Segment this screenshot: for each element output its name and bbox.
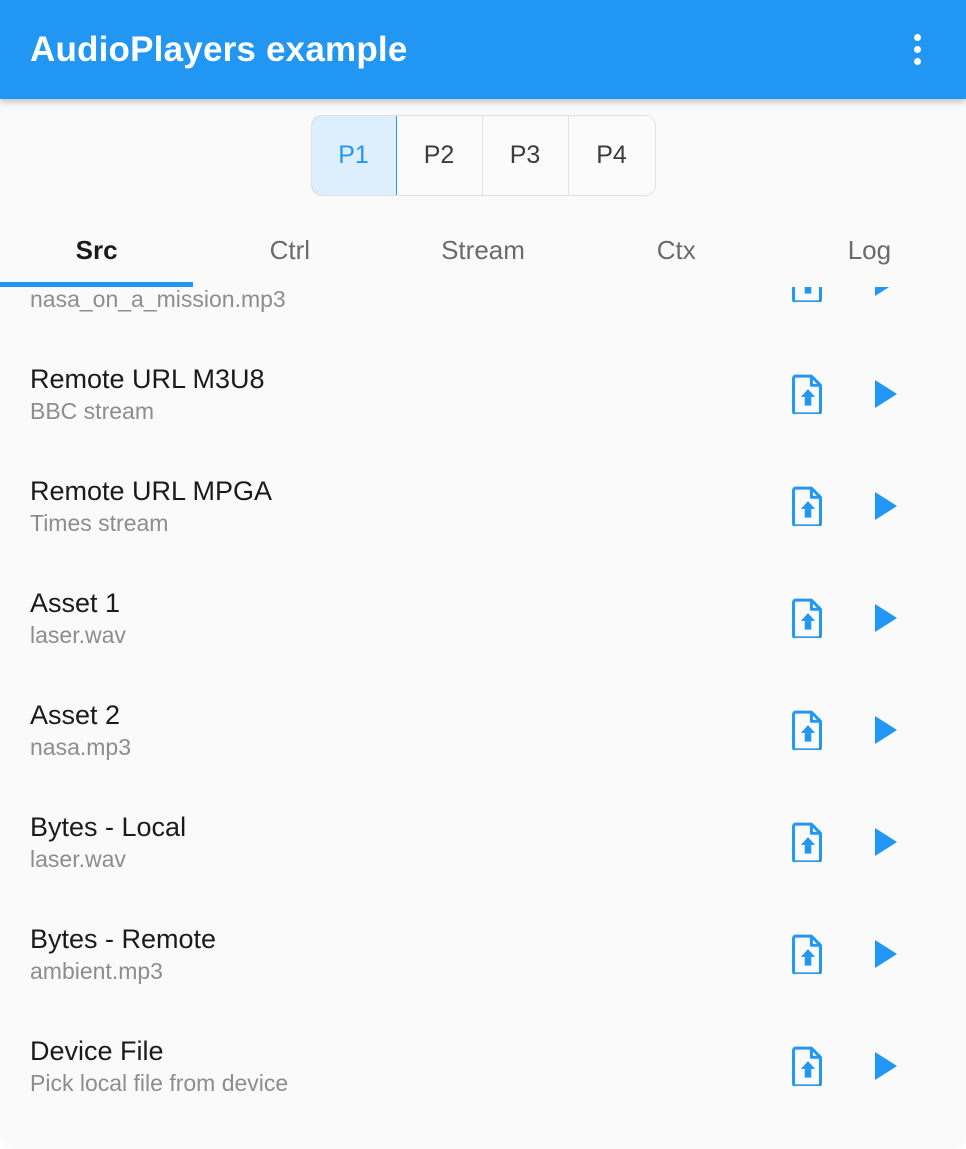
row-subtitle: laser.wav	[30, 623, 788, 649]
play-icon[interactable]	[866, 486, 906, 526]
file-upload-icon[interactable]	[788, 934, 828, 974]
row-title: Asset 1	[30, 588, 788, 618]
row-subtitle: nasa_on_a_mission.mp3	[30, 287, 788, 312]
file-upload-icon[interactable]	[788, 486, 828, 526]
row-actions	[788, 822, 936, 862]
row-actions	[788, 1046, 936, 1086]
table-row[interactable]: Bytes - Local laser.wav	[0, 786, 966, 898]
row-text: Bytes - Local laser.wav	[30, 812, 788, 873]
file-upload-icon[interactable]	[788, 1046, 828, 1086]
file-upload-icon[interactable]	[788, 598, 828, 638]
segment-p1[interactable]: P1	[311, 115, 397, 196]
tab-bar: Src Ctrl Stream Ctx Log	[0, 213, 966, 287]
row-text: Asset 1 laser.wav	[30, 588, 788, 649]
row-text: Remote URL MPGA Times stream	[30, 476, 788, 537]
row-subtitle: Times stream	[30, 511, 788, 537]
play-icon[interactable]	[866, 934, 906, 974]
table-row[interactable]: Device File Pick local file from device	[0, 1010, 966, 1122]
row-actions	[788, 934, 936, 974]
tab-log[interactable]: Log	[773, 213, 966, 287]
row-text: Remote URL M3U8 BBC stream	[30, 364, 788, 425]
play-icon[interactable]	[866, 822, 906, 862]
table-row[interactable]: Remote URL MPGA Times stream	[0, 450, 966, 562]
more-vert-dot	[914, 58, 921, 65]
play-icon[interactable]	[866, 287, 906, 302]
segmented-control: P1 P2 P3 P4	[311, 115, 656, 196]
play-icon[interactable]	[866, 1046, 906, 1086]
row-title: Asset 2	[30, 700, 788, 730]
play-icon[interactable]	[866, 374, 906, 414]
player-selector: P1 P2 P3 P4	[0, 99, 966, 196]
row-title: Device File	[30, 1036, 788, 1066]
row-actions	[788, 710, 936, 750]
source-list[interactable]: Remote URL MP3 nasa_on_a_mission.mp3 Rem…	[0, 287, 966, 1143]
play-icon[interactable]	[866, 598, 906, 638]
row-title: Remote URL MPGA	[30, 476, 788, 506]
tab-indicator	[0, 282, 193, 287]
file-upload-icon[interactable]	[788, 822, 828, 862]
row-text: Device File Pick local file from device	[30, 1036, 788, 1097]
row-actions	[788, 486, 936, 526]
file-upload-icon[interactable]	[788, 287, 828, 302]
more-vert-dot	[914, 46, 921, 53]
source-list-inner: Remote URL MP3 nasa_on_a_mission.mp3 Rem…	[0, 287, 966, 1122]
file-upload-icon[interactable]	[788, 710, 828, 750]
row-actions	[788, 374, 936, 414]
segment-p3[interactable]: P3	[483, 116, 569, 195]
row-subtitle: Pick local file from device	[30, 1071, 788, 1097]
row-title: Remote URL M3U8	[30, 364, 788, 394]
row-actions	[788, 598, 936, 638]
play-icon[interactable]	[866, 710, 906, 750]
table-row[interactable]: Asset 1 laser.wav	[0, 562, 966, 674]
table-row[interactable]: Asset 2 nasa.mp3	[0, 674, 966, 786]
tab-ctrl[interactable]: Ctrl	[193, 213, 386, 287]
row-text: Asset 2 nasa.mp3	[30, 700, 788, 761]
table-row[interactable]: Remote URL M3U8 BBC stream	[0, 338, 966, 450]
tab-stream[interactable]: Stream	[386, 213, 579, 287]
row-subtitle: ambient.mp3	[30, 959, 788, 985]
row-text: Bytes - Remote ambient.mp3	[30, 924, 788, 985]
app-window: AudioPlayers example P1 P2 P3 P4 Src Ctr…	[0, 0, 966, 1149]
table-row[interactable]: Bytes - Remote ambient.mp3	[0, 898, 966, 1010]
row-actions	[788, 287, 936, 302]
tab-ctx[interactable]: Ctx	[580, 213, 773, 287]
page-title: AudioPlayers example	[30, 32, 408, 67]
segment-p4[interactable]: P4	[569, 116, 655, 195]
more-vert-dot	[914, 34, 921, 41]
row-title: Bytes - Local	[30, 812, 788, 842]
row-subtitle: nasa.mp3	[30, 735, 788, 761]
row-subtitle: BBC stream	[30, 399, 788, 425]
app-bar: AudioPlayers example	[0, 0, 966, 99]
table-row[interactable]: Remote URL MP3 nasa_on_a_mission.mp3	[0, 287, 966, 338]
row-title: Bytes - Remote	[30, 924, 788, 954]
row-text: Remote URL MP3 nasa_on_a_mission.mp3	[30, 287, 788, 312]
row-subtitle: laser.wav	[30, 847, 788, 873]
tab-src[interactable]: Src	[0, 213, 193, 287]
more-vert-icon[interactable]	[894, 27, 940, 73]
file-upload-icon[interactable]	[788, 374, 828, 414]
segment-p2[interactable]: P2	[397, 116, 483, 195]
